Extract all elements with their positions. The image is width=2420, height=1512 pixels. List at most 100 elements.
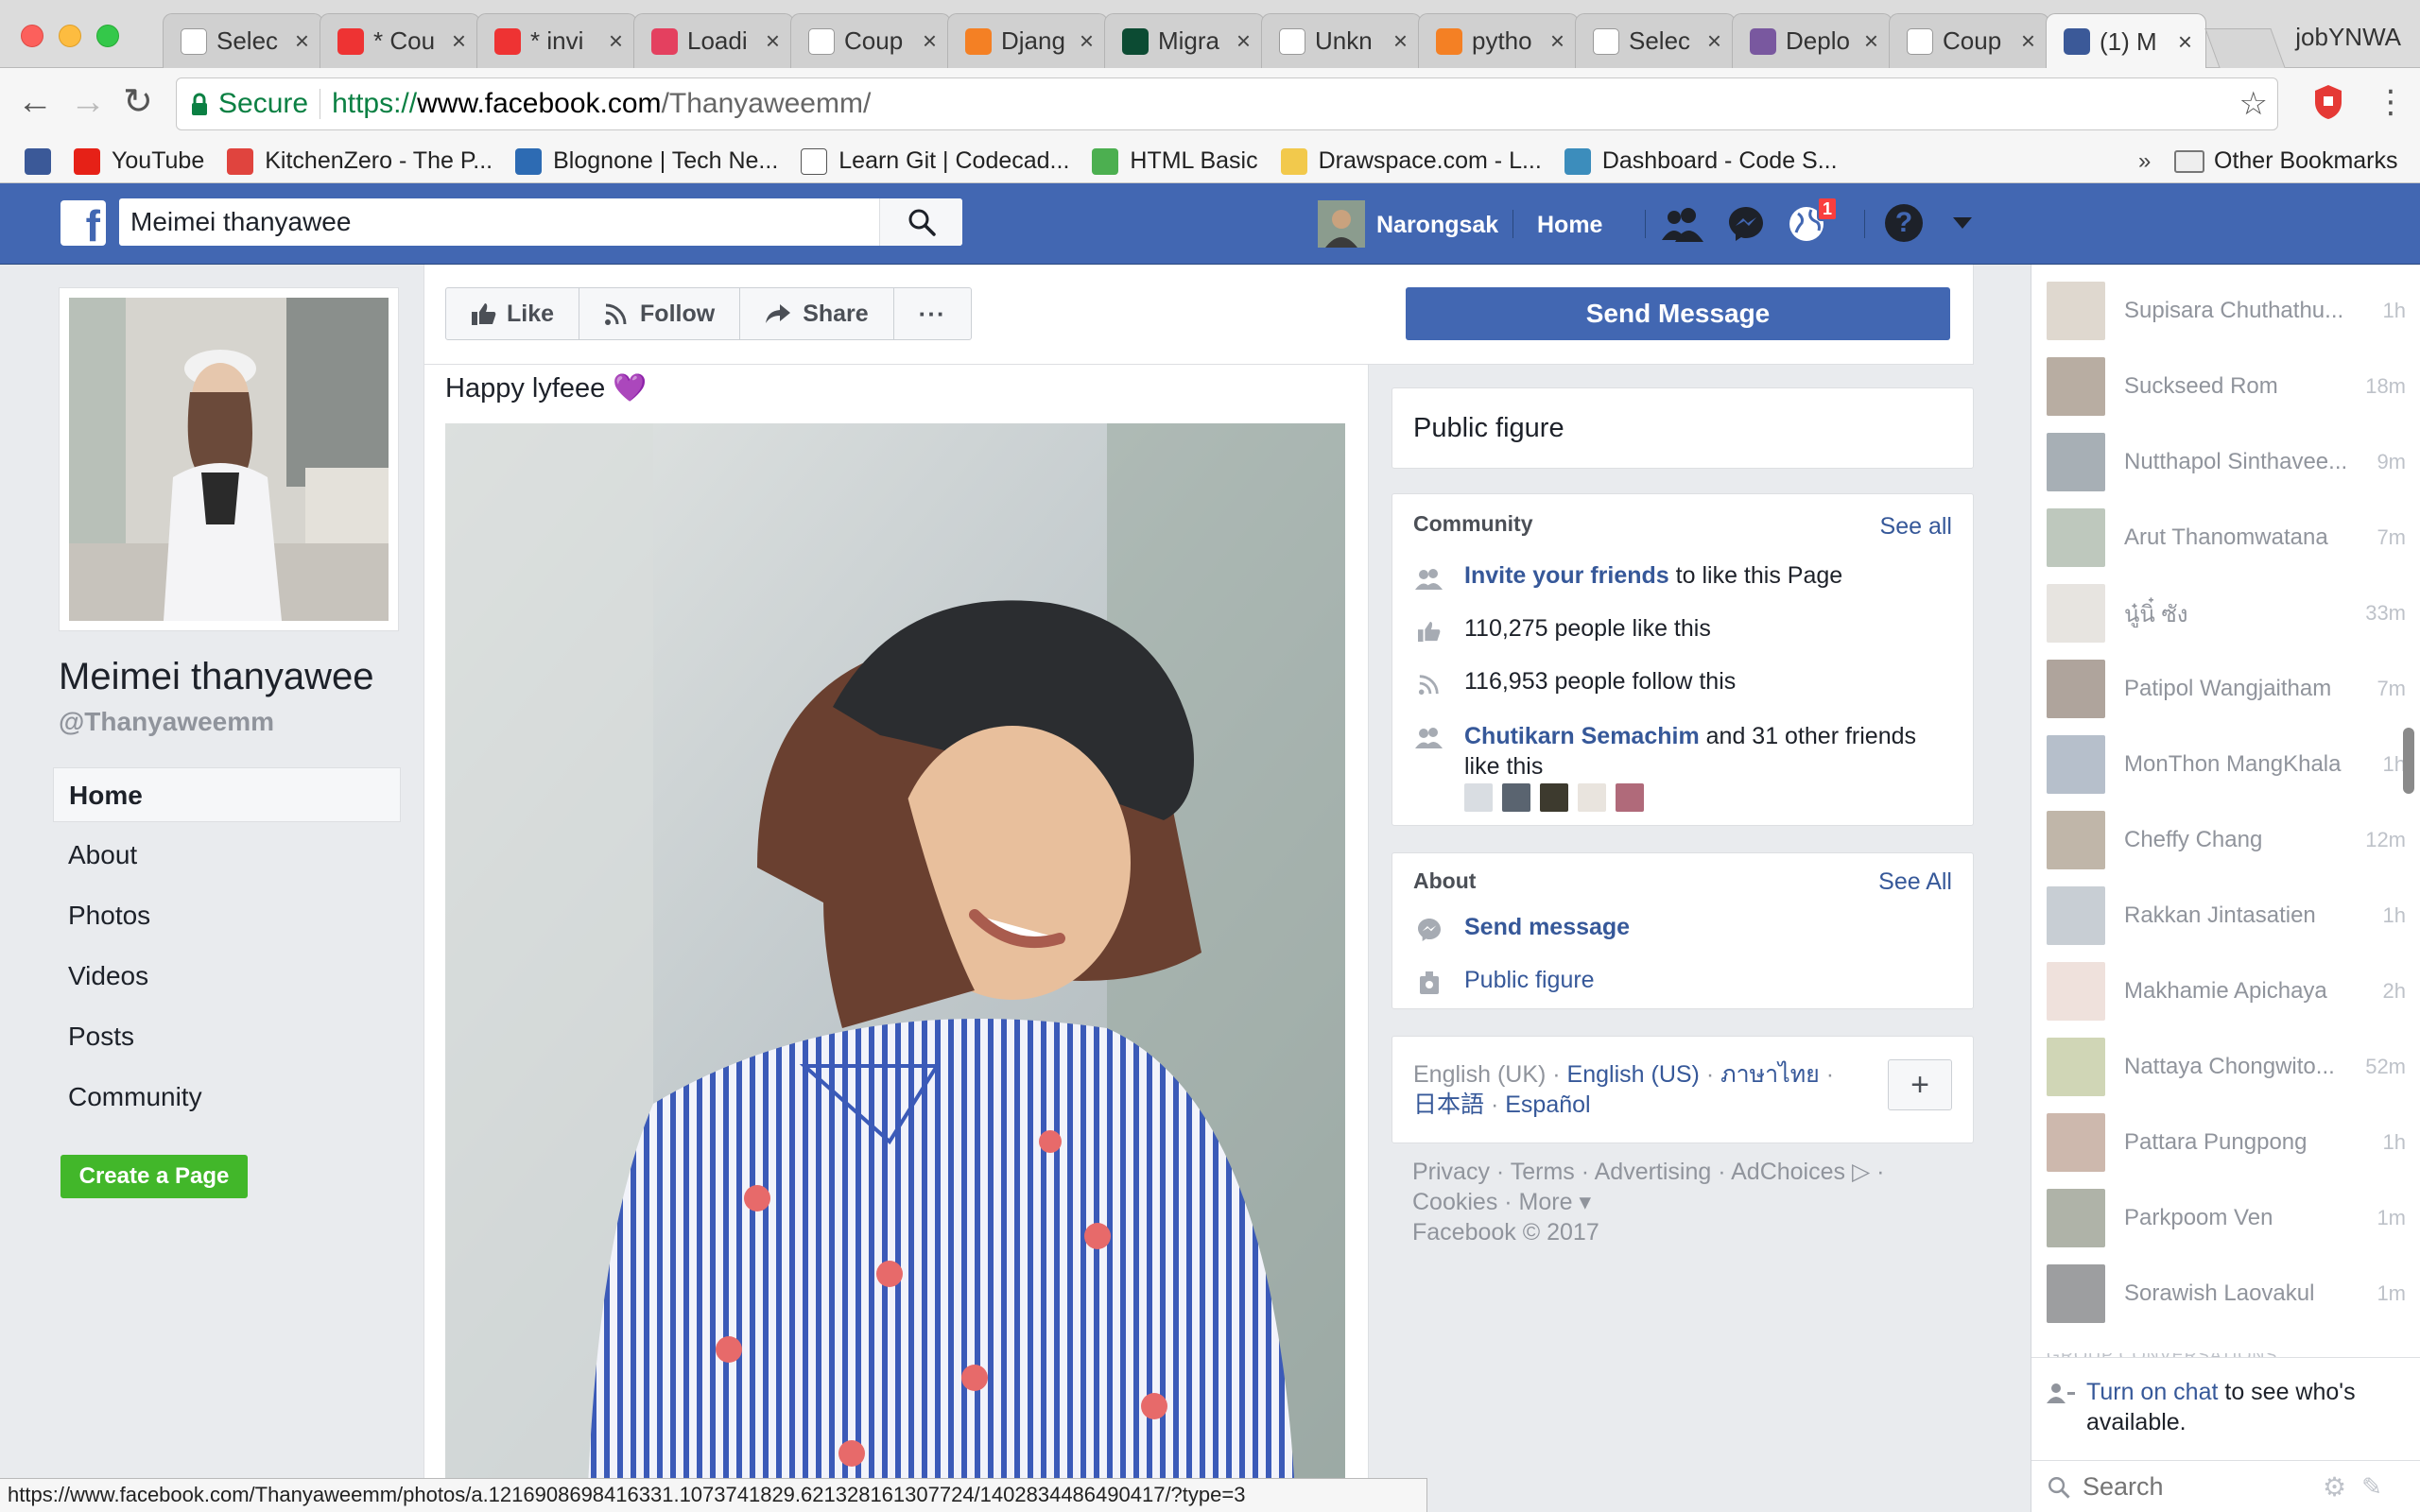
close-tab-icon[interactable]: × [923,26,937,56]
footer-links-line-1[interactable]: Privacy · Terms · Advertising · AdChoice… [1412,1157,1942,1187]
more-actions-button[interactable]: ··· [894,288,971,339]
friend-avatar[interactable] [1616,783,1644,812]
page-nav-posts[interactable]: Posts [53,1009,401,1064]
about-see-all-link[interactable]: See All [1878,868,1952,896]
chat-settings-gear-icon[interactable]: ⚙ [2323,1471,2346,1503]
bookmark-star-icon[interactable]: ☆ [2239,85,2268,123]
share-button[interactable]: Share [740,288,894,339]
browser-tab[interactable]: Selec × [163,13,323,68]
browser-tab[interactable]: Selec × [1575,13,1736,68]
add-language-button[interactable]: + [1888,1059,1952,1110]
chat-friend-item[interactable]: MonThon MangKhala 1h [2047,735,2406,794]
browser-tab[interactable]: (1) M × [2046,13,2206,69]
page-username[interactable]: @Thanyaweemm [59,707,274,737]
chat-friend-item[interactable]: Cheffy Chang 12m [2047,811,2406,869]
minimize-window-button[interactable] [59,25,81,47]
back-icon[interactable]: ← [17,83,53,121]
chat-friend-item[interactable]: Nutthapol Sinthavee... 9m [2047,433,2406,491]
post-photo[interactable] [445,423,1345,1512]
like-button[interactable]: Like [446,288,580,339]
friend-name-link[interactable]: Chutikarn Semachim [1464,723,1700,749]
chat-friend-item[interactable]: Parkpoom Ven 1m [2047,1189,2406,1247]
follow-button[interactable]: Follow [579,288,741,339]
chat-friend-item[interactable]: Pattara Pungpong 1h [2047,1113,2406,1172]
close-tab-icon[interactable]: × [295,26,309,56]
bookmark-item[interactable]: YouTube [74,147,204,175]
browser-tab[interactable]: Unkn × [1261,13,1422,68]
community-see-all-link[interactable]: See all [1880,513,1952,541]
footer-links-line-2[interactable]: Cookies · More ▾ [1412,1187,1942,1217]
public-figure-link[interactable]: Public figure [1464,967,1595,994]
browser-tab[interactable]: * Cou × [320,13,480,68]
search-button[interactable] [879,198,962,246]
chat-friend-item[interactable]: Rakkan Jintasatien 1h [2047,886,2406,945]
page-nav-home[interactable]: Home [53,767,401,822]
close-tab-icon[interactable]: × [2021,26,2035,56]
page-nav-videos[interactable]: Videos [53,949,401,1004]
other-bookmarks-folder[interactable]: Other Bookmarks [2174,147,2398,175]
chat-friend-item[interactable]: Patipol Wangjaitham 7m [2047,660,2406,718]
friend-avatar[interactable] [1464,783,1493,812]
chat-search-input[interactable] [2083,1472,2319,1502]
language-spanish-link[interactable]: Español [1505,1091,1590,1118]
page-nav-photos[interactable]: Photos [53,888,401,943]
home-link[interactable]: Home [1537,212,1602,239]
browser-tab[interactable]: Coup × [790,13,951,68]
send-message-button[interactable]: Send Message [1406,287,1950,340]
bookmark-item[interactable]: Blognone | Tech Ne... [515,147,778,175]
bookmark-item[interactable]: Dashboard - Code S... [1564,147,1838,175]
reload-icon[interactable]: ↻ [123,83,153,121]
close-tab-icon[interactable]: × [609,26,623,56]
chat-friend-item[interactable]: Arut Thanomwatana 7m [2047,508,2406,567]
friend-avatar[interactable] [1540,783,1568,812]
chat-friend-item[interactable]: Sorawish Laovakul 1m [2047,1264,2406,1323]
chat-friend-item[interactable]: Makhamie Apichaya 2h [2047,962,2406,1021]
facebook-logo-icon[interactable]: f [60,200,106,246]
bookmarks-overflow-icon[interactable]: » [2138,148,2151,175]
close-tab-icon[interactable]: × [452,26,466,56]
chat-friend-item[interactable]: Supisara Chuthathu... 1h [2047,282,2406,340]
browser-tab[interactable]: Loadi × [633,13,794,68]
chat-friend-item[interactable]: Nattaya Chongwito... 52m [2047,1038,2406,1096]
close-tab-icon[interactable]: × [1236,26,1251,56]
close-tab-icon[interactable]: × [1550,26,1564,56]
close-tab-icon[interactable]: × [2178,27,2192,57]
friend-requests-icon[interactable] [1660,206,1705,247]
send-message-link[interactable]: Send message [1464,914,1630,941]
bookmark-item[interactable]: HTML Basic [1092,147,1258,175]
bookmark-item[interactable]: Learn Git | Codecad... [801,147,1069,175]
close-tab-icon[interactable]: × [766,26,780,56]
create-page-button[interactable]: Create a Page [60,1155,248,1198]
browser-tab[interactable]: * invi × [476,13,637,68]
close-tab-icon[interactable]: × [1393,26,1408,56]
chat-friend-item[interactable]: นู๋นิ๋ ซัง 33m [2047,584,2406,643]
browser-menu-icon[interactable]: ⋮ [2375,83,2407,121]
page-nav-about[interactable]: About [53,828,401,883]
language-japanese-link[interactable]: 日本語 [1413,1091,1484,1118]
language-english-us-link[interactable]: English (US) [1567,1061,1700,1088]
bookmark-item[interactable]: KitchenZero - The P... [227,147,493,175]
messenger-icon[interactable] [1726,204,1766,249]
browser-tab[interactable]: Migra × [1104,13,1265,68]
chat-friend-item[interactable]: Suckseed Rom 18m [2047,357,2406,416]
user-name-link[interactable]: Narongsak [1376,212,1498,239]
browser-tab[interactable]: Djang × [947,13,1108,68]
account-menu-chevron-icon[interactable] [1953,217,1972,229]
browser-tab[interactable]: Coup × [1889,13,2049,68]
friend-avatar[interactable] [1578,783,1606,812]
bookmark-item[interactable]: Drawspace.com - L... [1280,147,1542,175]
browser-tab[interactable]: pytho × [1418,13,1579,68]
invite-friends-link[interactable]: Invite your friends [1464,562,1669,589]
address-bar[interactable]: Secure https:// www.facebook.com /Thanya… [176,77,2278,130]
new-tab-button[interactable] [2204,28,2286,68]
extension-shield-icon[interactable] [2312,83,2344,121]
facebook-search-input[interactable] [119,207,875,237]
close-window-button[interactable] [21,25,43,47]
close-tab-icon[interactable]: × [1707,26,1721,56]
chat-scrollbar-thumb[interactable] [2403,728,2414,794]
language-thai-link[interactable]: ภาษาไทย [1720,1061,1820,1088]
user-avatar[interactable] [1318,200,1365,248]
new-message-compose-icon[interactable]: ✎ [2361,1472,2382,1502]
forward-icon[interactable]: → [70,83,106,121]
close-tab-icon[interactable]: × [1864,26,1878,56]
